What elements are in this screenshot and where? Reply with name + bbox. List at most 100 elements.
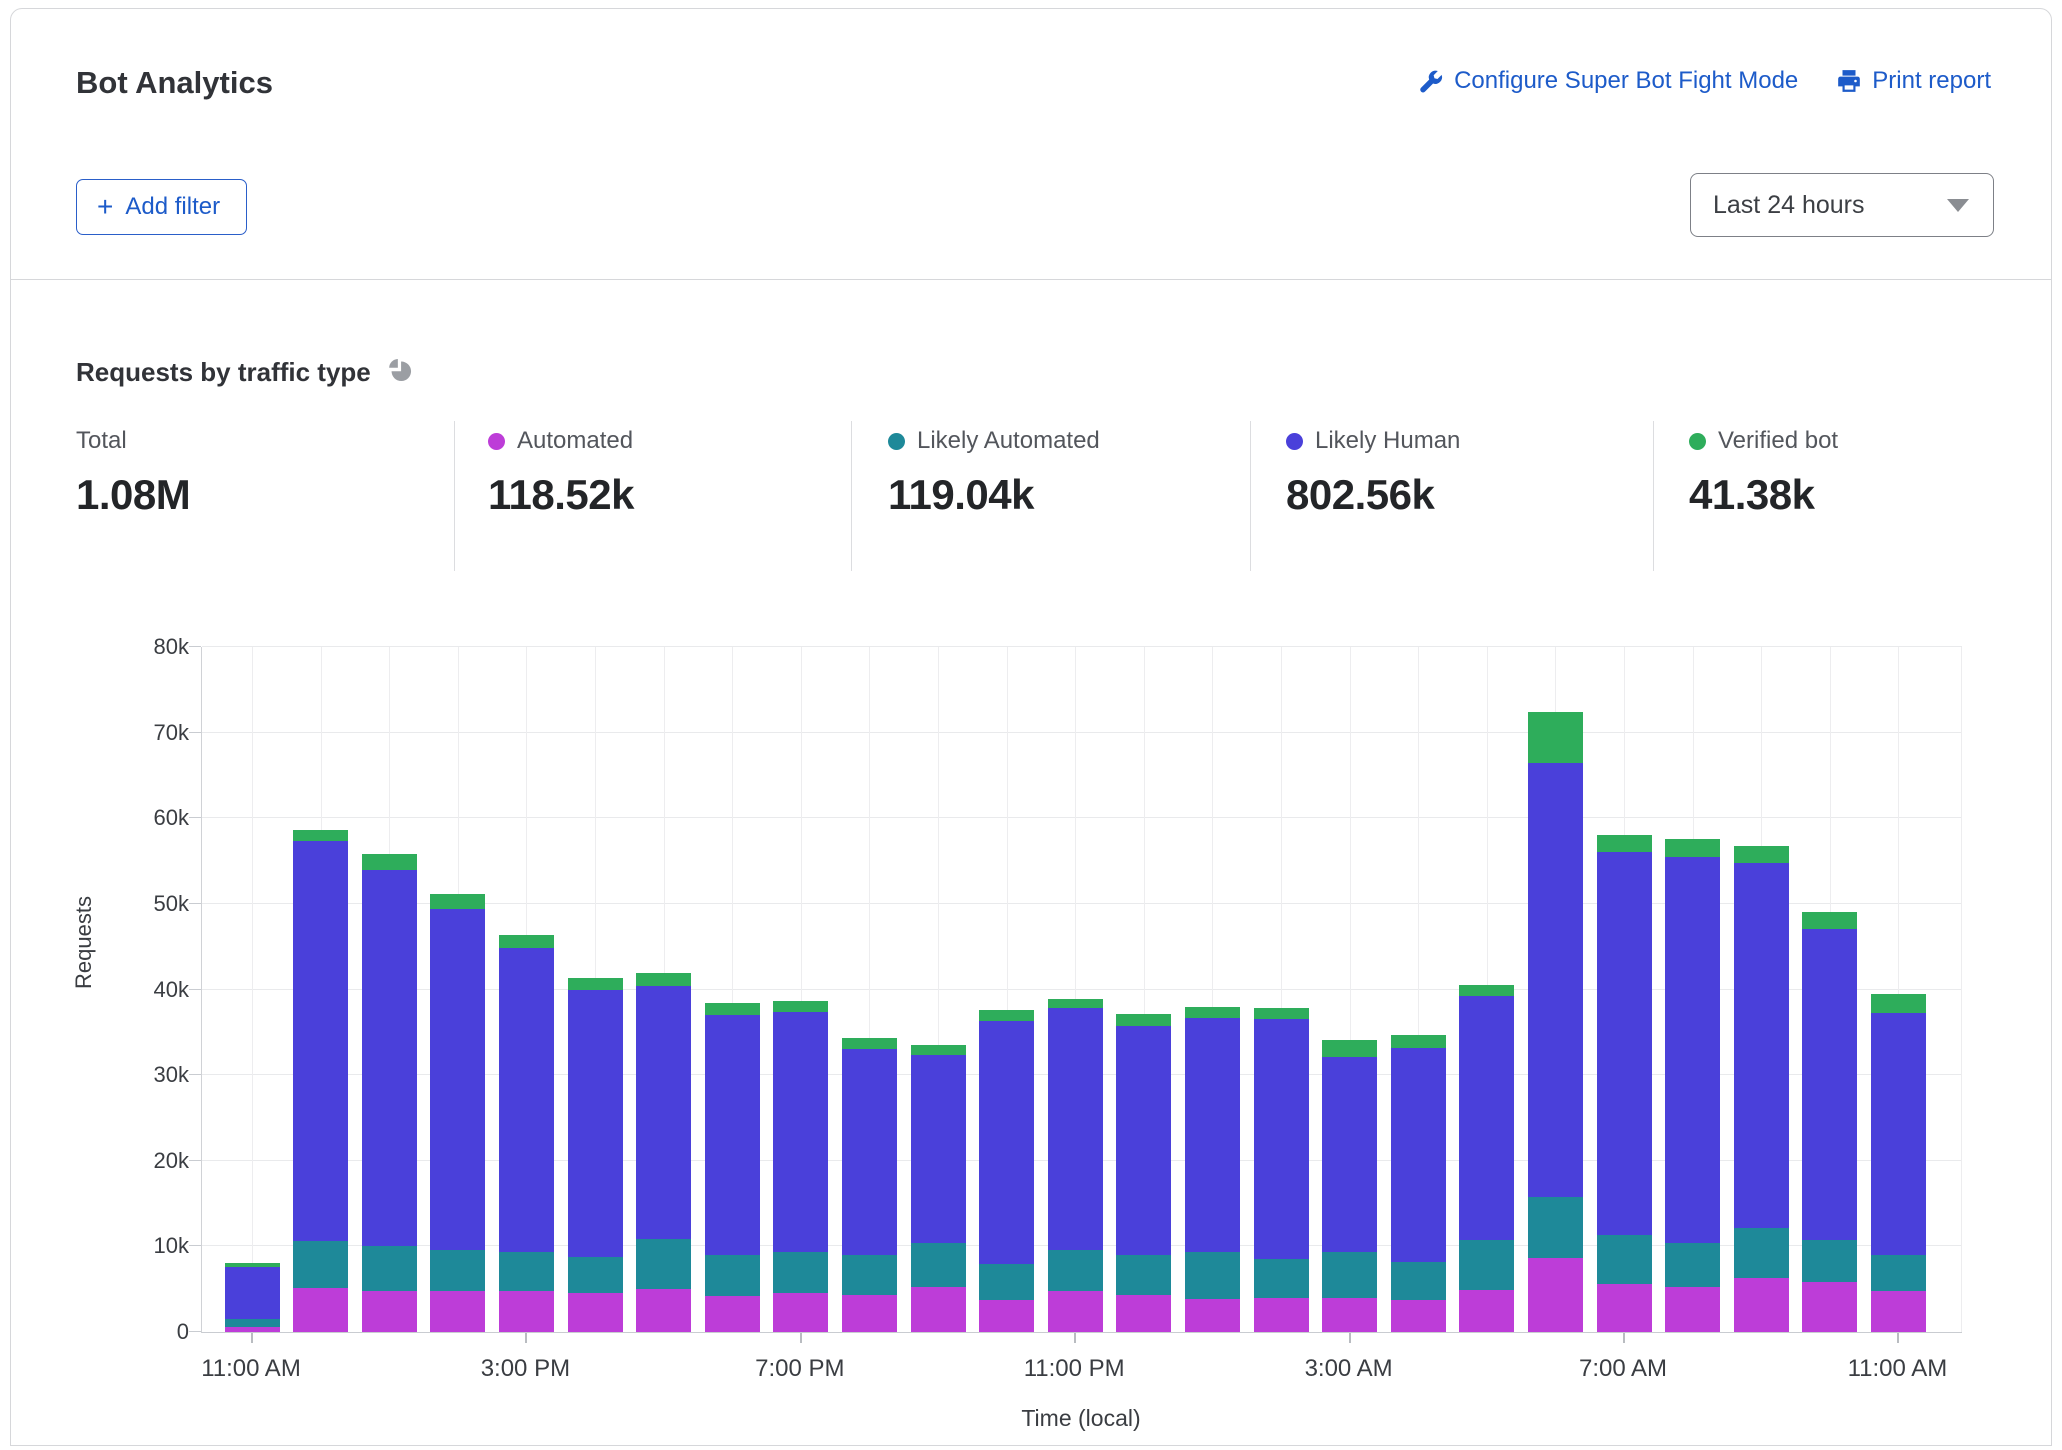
bar-100am-14[interactable] bbox=[1185, 1007, 1240, 1332]
bar-1200am-13[interactable] bbox=[1116, 1014, 1171, 1332]
y-tick-mark bbox=[189, 1331, 201, 1332]
bar-segment-automated bbox=[568, 1293, 623, 1332]
bar-segment-likely-automated bbox=[1802, 1240, 1857, 1283]
bar-segment-verified-bot bbox=[1254, 1008, 1309, 1019]
bar-segment-likely-automated bbox=[911, 1243, 966, 1287]
bar-segment-likely-human bbox=[705, 1015, 760, 1255]
y-tick-mark bbox=[189, 989, 201, 990]
configure-link-label: Configure Super Bot Fight Mode bbox=[1454, 67, 1798, 95]
bar-segment-automated bbox=[1871, 1291, 1926, 1332]
bar-900am-22[interactable] bbox=[1734, 846, 1789, 1332]
bar-segment-likely-human bbox=[293, 841, 348, 1242]
bar-600pm-7[interactable] bbox=[705, 1003, 760, 1332]
bar-segment-automated bbox=[1665, 1287, 1720, 1332]
bar-segment-likely-human bbox=[1254, 1019, 1309, 1260]
bar-200am-15[interactable] bbox=[1254, 1007, 1309, 1332]
bar-segment-automated bbox=[430, 1291, 485, 1332]
gridline-h bbox=[202, 817, 1962, 818]
y-tick-label: 80k bbox=[11, 635, 189, 659]
y-tick-label: 20k bbox=[11, 1149, 189, 1173]
stat-verified-bot: Verified bot 41.38k bbox=[1689, 427, 1838, 519]
bar-segment-verified-bot bbox=[568, 978, 623, 990]
bar-segment-automated bbox=[1597, 1284, 1652, 1332]
bar-segment-likely-automated bbox=[842, 1255, 897, 1295]
y-tick-label: 0 bbox=[11, 1320, 189, 1344]
stat-likely-human-value: 802.56k bbox=[1286, 471, 1460, 519]
x-tick-mark bbox=[1897, 1333, 1899, 1343]
bar-segment-verified-bot bbox=[1391, 1035, 1446, 1048]
page-title: Bot Analytics bbox=[76, 65, 273, 101]
bar-segment-automated bbox=[773, 1293, 828, 1332]
stat-verified-bot-value: 41.38k bbox=[1689, 471, 1838, 519]
add-filter-label: Add filter bbox=[125, 193, 220, 221]
stat-divider bbox=[851, 421, 852, 571]
bar-segment-likely-automated bbox=[979, 1264, 1034, 1301]
print-link-label: Print report bbox=[1872, 67, 1991, 95]
bar-1100am-0[interactable] bbox=[225, 1263, 280, 1332]
chevron-down-icon bbox=[1947, 199, 1969, 212]
stat-automated: Automated 118.52k bbox=[488, 427, 634, 519]
bar-segment-likely-human bbox=[499, 948, 554, 1253]
bar-segment-verified-bot bbox=[1185, 1007, 1240, 1018]
bar-1200pm-1[interactable] bbox=[293, 830, 348, 1332]
bar-segment-automated bbox=[636, 1289, 691, 1332]
bar-segment-automated bbox=[1391, 1300, 1446, 1332]
bar-segment-automated bbox=[1459, 1290, 1514, 1332]
bar-segment-likely-human bbox=[1459, 996, 1514, 1239]
bar-segment-likely-human bbox=[225, 1267, 280, 1319]
print-report-link[interactable]: Print report bbox=[1836, 67, 1991, 95]
x-tick-mark bbox=[1074, 1333, 1076, 1343]
bar-segment-likely-human bbox=[362, 870, 417, 1247]
bar-segment-automated bbox=[705, 1296, 760, 1332]
y-tick-label: 40k bbox=[11, 978, 189, 1002]
y-tick-mark bbox=[189, 817, 201, 818]
x-tick-label: 7:00 AM bbox=[1579, 1355, 1667, 1383]
gridline-h bbox=[202, 646, 1962, 647]
bar-900pm-10[interactable] bbox=[911, 1045, 966, 1332]
bar-600am-19[interactable] bbox=[1528, 712, 1583, 1332]
x-tick-label: 3:00 AM bbox=[1305, 1355, 1393, 1383]
bar-segment-automated bbox=[1802, 1282, 1857, 1332]
bar-segment-likely-human bbox=[911, 1055, 966, 1243]
bar-100pm-2[interactable] bbox=[362, 854, 417, 1332]
bar-700pm-8[interactable] bbox=[773, 1001, 828, 1332]
bar-segment-likely-automated bbox=[293, 1241, 348, 1288]
bar-1000am-23[interactable] bbox=[1802, 912, 1857, 1332]
bar-segment-likely-human bbox=[1185, 1018, 1240, 1253]
bar-800am-21[interactable] bbox=[1665, 839, 1720, 1332]
stat-total-label: Total bbox=[76, 427, 127, 455]
bar-segment-likely-human bbox=[636, 986, 691, 1239]
bar-1100pm-12[interactable] bbox=[1048, 999, 1103, 1332]
plot-right-border bbox=[1961, 647, 1962, 1332]
gridline-v bbox=[252, 647, 253, 1332]
bar-1100am-24[interactable] bbox=[1871, 994, 1926, 1332]
stat-likely-automated-value: 119.04k bbox=[888, 471, 1100, 519]
stat-likely-human: Likely Human 802.56k bbox=[1286, 427, 1460, 519]
bar-segment-likely-automated bbox=[1048, 1250, 1103, 1291]
stat-automated-value: 118.52k bbox=[488, 471, 634, 519]
bar-segment-likely-human bbox=[568, 990, 623, 1257]
x-tick-label: 3:00 PM bbox=[481, 1355, 570, 1383]
bar-segment-likely-human bbox=[1528, 763, 1583, 1196]
bar-500am-18[interactable] bbox=[1459, 985, 1514, 1332]
bar-300pm-4[interactable] bbox=[499, 935, 554, 1332]
bot-analytics-card: Bot Analytics Configure Super Bot Fight … bbox=[10, 8, 2052, 1446]
bar-segment-likely-automated bbox=[773, 1252, 828, 1294]
add-filter-button[interactable]: + Add filter bbox=[76, 179, 247, 235]
bar-segment-automated bbox=[1185, 1299, 1240, 1332]
bar-segment-likely-automated bbox=[1254, 1259, 1309, 1298]
bar-300am-16[interactable] bbox=[1322, 1040, 1377, 1332]
x-tick-mark bbox=[1623, 1333, 1625, 1343]
bar-800pm-9[interactable] bbox=[842, 1038, 897, 1332]
bar-400pm-5[interactable] bbox=[568, 978, 623, 1332]
bar-1000pm-11[interactable] bbox=[979, 1010, 1034, 1332]
stat-divider bbox=[1653, 421, 1654, 571]
bar-500pm-6[interactable] bbox=[636, 973, 691, 1332]
bar-400am-17[interactable] bbox=[1391, 1035, 1446, 1332]
bar-700am-20[interactable] bbox=[1597, 835, 1652, 1332]
time-range-dropdown[interactable]: Last 24 hours bbox=[1690, 173, 1994, 237]
y-tick-label: 70k bbox=[11, 721, 189, 745]
bar-segment-verified-bot bbox=[1802, 912, 1857, 929]
configure-super-bot-fight-mode-link[interactable]: Configure Super Bot Fight Mode bbox=[1417, 67, 1798, 95]
bar-200pm-3[interactable] bbox=[430, 894, 485, 1332]
